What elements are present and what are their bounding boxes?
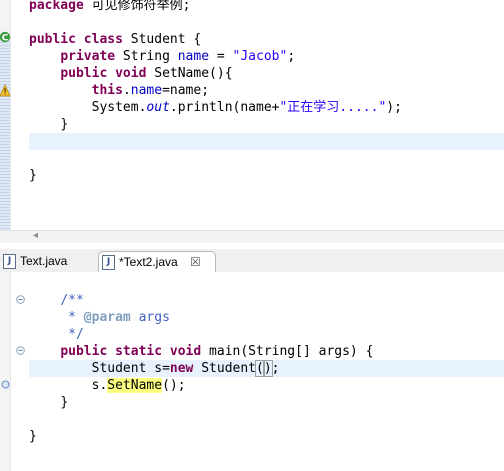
tab-text2-java[interactable]: J *Text2.java ☒ xyxy=(98,251,216,272)
scroll-left-icon[interactable]: ◂ xyxy=(33,230,38,241)
code-line-class-close: } xyxy=(29,429,37,444)
warning-marker-icon[interactable] xyxy=(0,84,12,98)
collapse-icon[interactable] xyxy=(16,346,25,355)
range-indicator xyxy=(0,40,10,230)
code-line-field: private String name = "Jacob"; xyxy=(60,49,296,64)
class-marker-icon[interactable]: C xyxy=(0,30,12,44)
code-line-main-decl: public static void main(String[] args) { xyxy=(60,344,374,359)
code-line-javadoc-param: * @param args xyxy=(60,310,170,325)
close-icon[interactable]: ☒ xyxy=(190,252,201,272)
java-file-icon: J xyxy=(102,255,115,270)
fold-gutter xyxy=(11,272,27,471)
code-line-println: System.out.println(name+"正在学习....."); xyxy=(91,100,402,115)
code-area[interactable]: package 可见修饰符举例; public class Student { … xyxy=(29,0,504,230)
code-line-javadoc-close: */ xyxy=(60,327,84,342)
tab-text-java[interactable]: J Text.java xyxy=(0,251,92,272)
code-line-javadoc-open: /** xyxy=(60,293,84,308)
occurrence-marker-icon[interactable] xyxy=(1,380,10,389)
code-line-class-close: } xyxy=(29,168,37,183)
current-line[interactable] xyxy=(29,133,504,150)
tab-label: *Text2.java xyxy=(119,255,178,269)
tab-label: Text.java xyxy=(20,254,68,268)
java-file-icon: J xyxy=(3,254,16,269)
fold-gutter xyxy=(11,0,27,230)
code-line-call-setname: s.SetName(); xyxy=(91,378,186,393)
editor-student-java[interactable]: C package 可见修饰符举例; public class Student … xyxy=(0,0,504,230)
code-line-new-student[interactable]: Student s=new Student(); xyxy=(29,360,504,377)
editor-tab-bar: J Text.java J *Text2.java ☒ xyxy=(0,249,504,273)
code-line-package: package 可见修饰符举例; xyxy=(29,0,191,13)
code-line-main-close: } xyxy=(60,395,69,410)
code-line-method-decl: public void SetName(){ xyxy=(60,66,233,81)
horizontal-scrollbar[interactable]: ◂ xyxy=(0,230,504,243)
code-line-class-decl: public class Student { xyxy=(29,32,202,47)
code-line-assign: this.name=name; xyxy=(91,83,210,98)
collapse-icon[interactable] xyxy=(16,295,25,304)
left-ruler xyxy=(0,272,11,471)
code-line-method-close: } xyxy=(60,117,69,132)
svg-text:C: C xyxy=(2,33,9,43)
editor-text2-java[interactable]: /** * @param args */ public static void … xyxy=(0,272,504,471)
code-area[interactable]: /** * @param args */ public static void … xyxy=(29,272,504,471)
